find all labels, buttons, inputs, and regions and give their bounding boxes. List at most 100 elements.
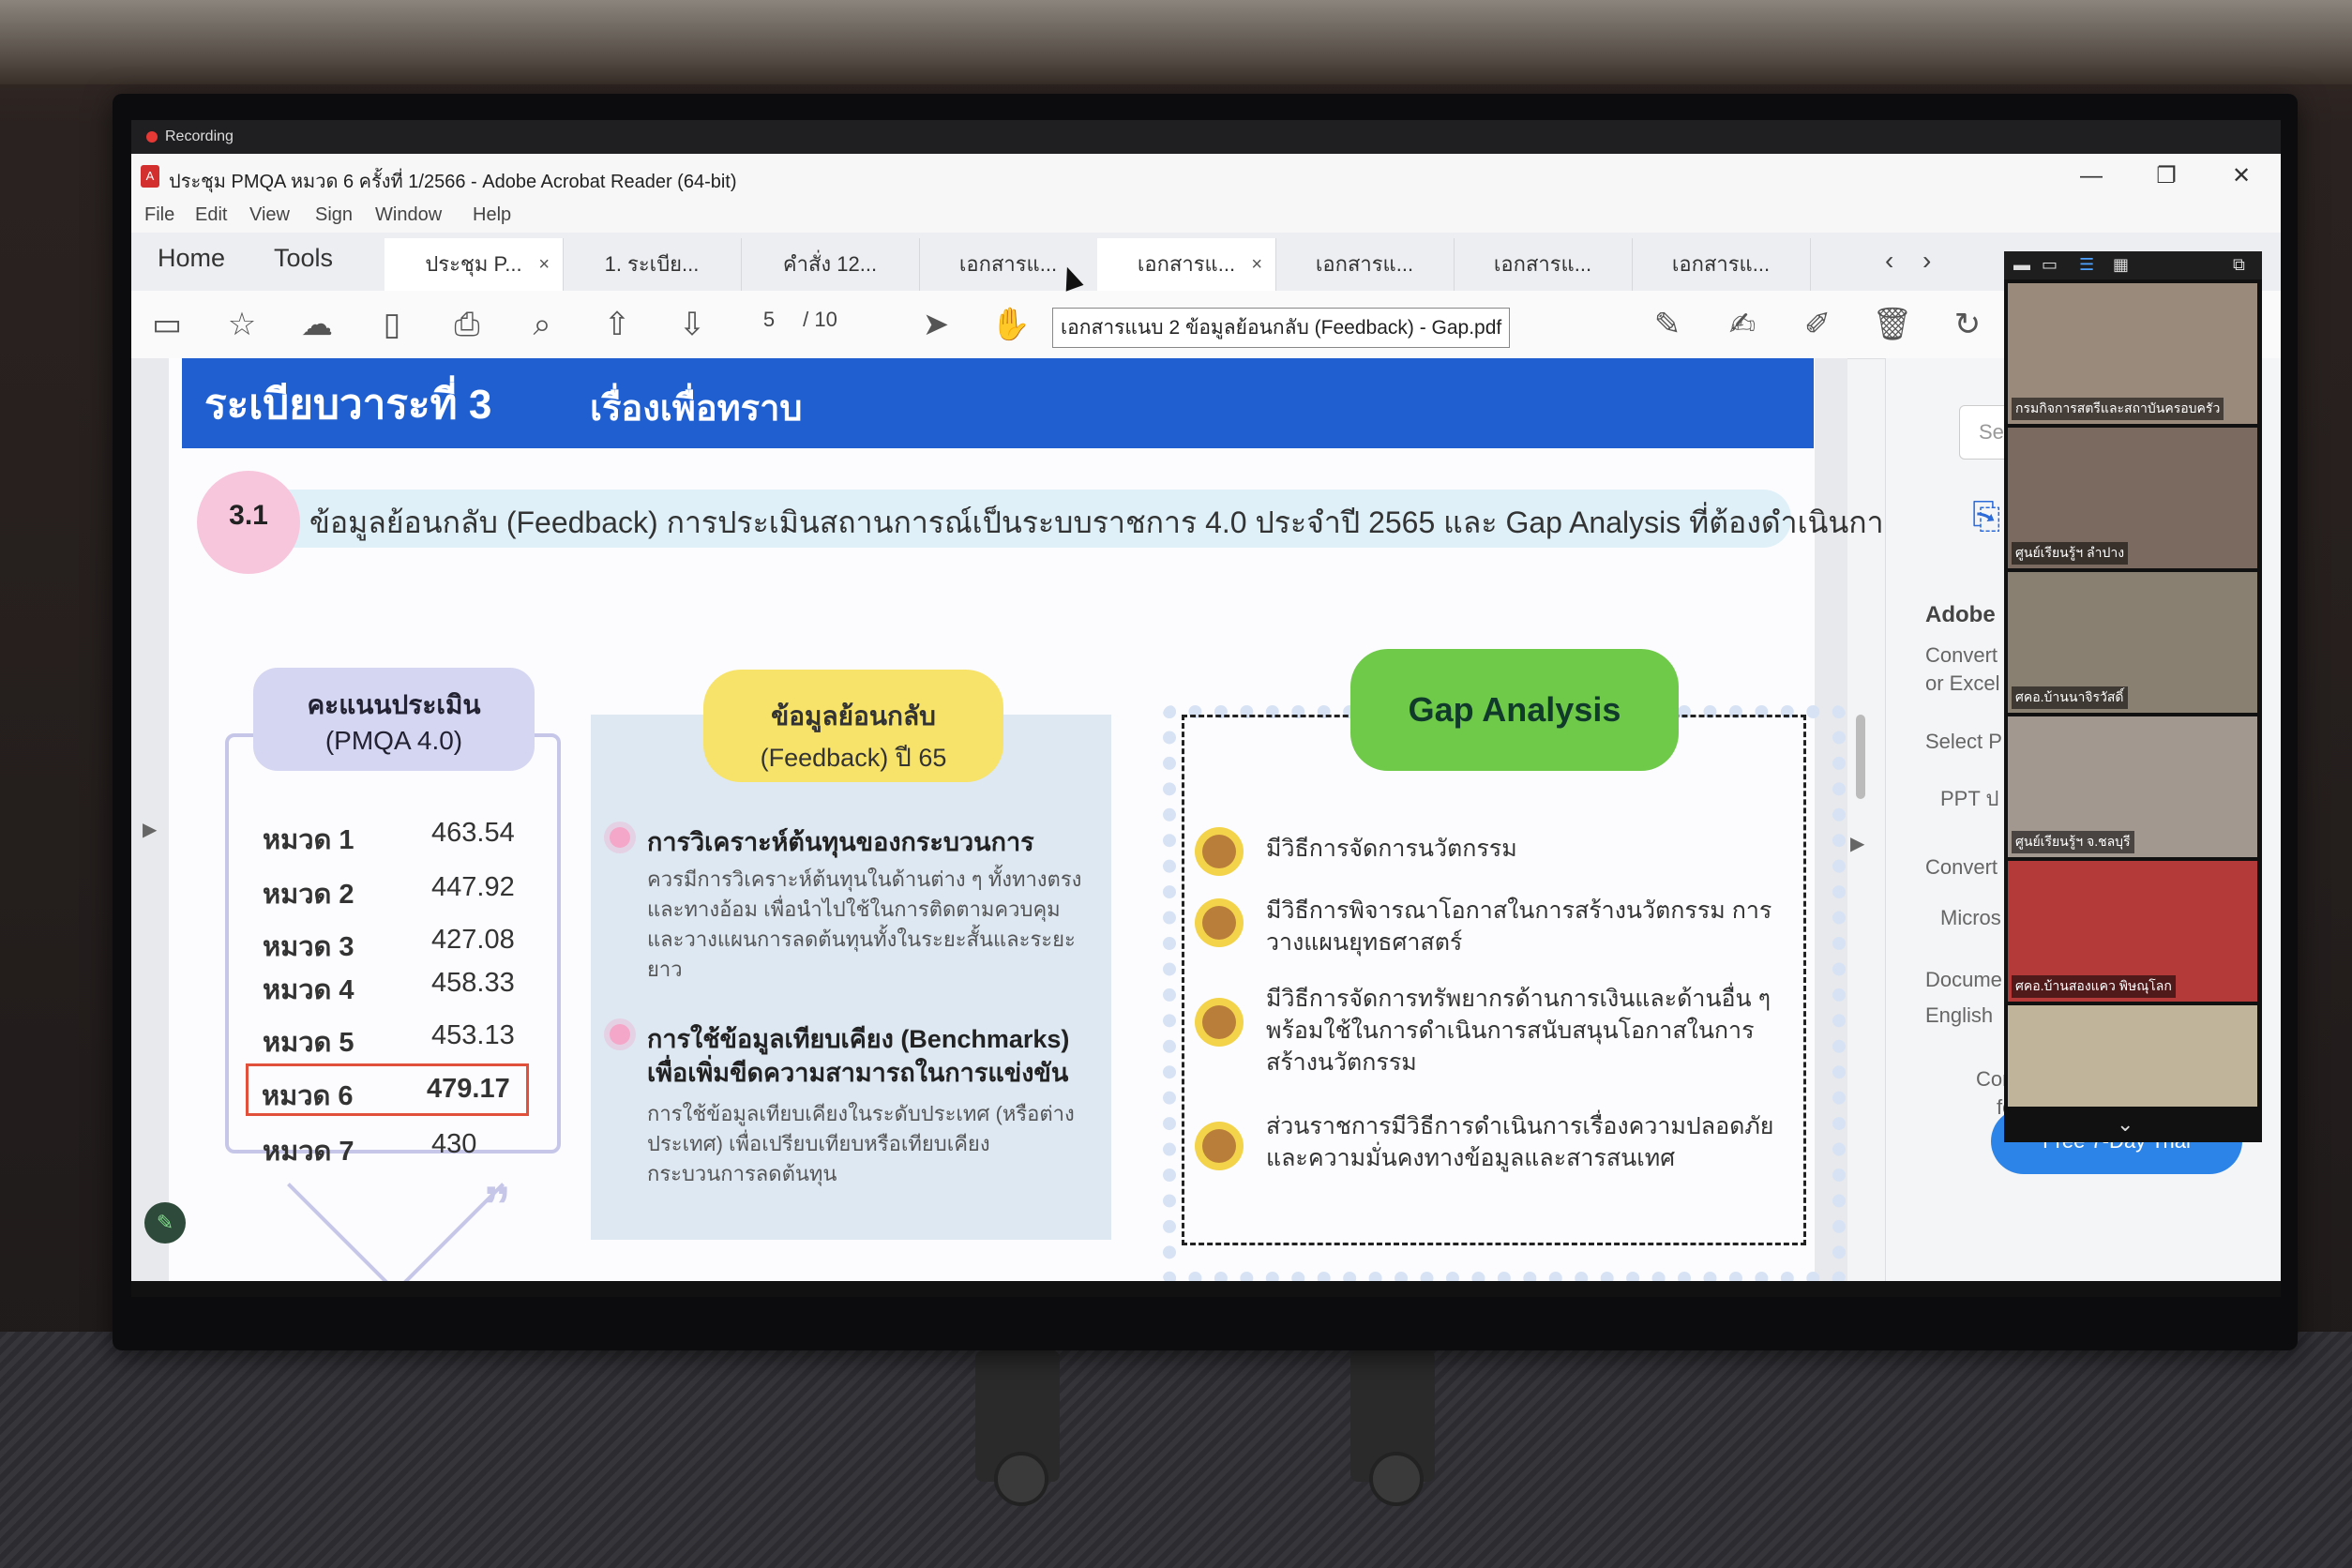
agenda-title: ระเบียบวาระที่ 3 — [204, 382, 492, 428]
edit-icon[interactable]: ✐ — [1797, 304, 1838, 345]
menu-file[interactable]: File — [144, 204, 174, 226]
print-icon[interactable]: ⎙ — [446, 304, 488, 345]
page-number: 5 / 10 — [741, 308, 910, 341]
doc-tab-1[interactable]: ประชุม P... × — [384, 238, 564, 291]
tv-stand-right — [1350, 1350, 1435, 1506]
section-number-badge: 3.1 — [197, 471, 300, 574]
tab-next-icon[interactable]: › — [1922, 246, 1931, 276]
pen-icon[interactable]: ✎ — [1647, 304, 1688, 345]
page-total: / 10 — [803, 308, 837, 331]
gap-item: มีวิธีการจัดการนวัตกรรม — [1266, 836, 1517, 862]
doc-tab-8[interactable]: เอกสารแ... — [1632, 238, 1811, 291]
gap-title: Gap Analysis — [1350, 649, 1679, 771]
sunflower-bullet-icon — [1202, 1129, 1236, 1163]
english-dropdown[interactable]: English — [1925, 1003, 1993, 1028]
expand-left-icon[interactable]: ▶ — [143, 818, 157, 841]
score-panel: คะแนนประเมิน (PMQA 4.0) หมวด 1 463.54 หมว… — [225, 668, 563, 1294]
expand-right-icon[interactable]: ▶ — [1850, 832, 1864, 855]
carpet — [0, 1332, 2352, 1568]
score-category: หมวด 7 — [263, 1137, 354, 1167]
stand-wheel — [1369, 1452, 1424, 1506]
score-row: หมวด 7 430 — [263, 1122, 544, 1168]
sunflower-bullet-icon — [1202, 906, 1236, 940]
participant-video[interactable] — [2008, 1005, 2257, 1107]
scrollbar[interactable] — [1856, 715, 1865, 799]
tab-prev-icon[interactable]: ‹ — [1885, 246, 1893, 276]
participant-video[interactable]: ศูนย์เรียนรู้ฯ ลำปาง — [2008, 428, 2257, 568]
score-category: หมวด 5 — [263, 1028, 354, 1058]
quote-mark-icon: ” — [483, 1175, 511, 1238]
sunflower-bullet-icon — [1202, 1005, 1236, 1039]
annotation-pen-icon[interactable]: ✎ — [144, 1202, 186, 1244]
hand-icon[interactable]: ✋ — [990, 304, 1032, 345]
acrobat-icon: A — [141, 165, 159, 188]
menu-edit[interactable]: Edit — [195, 204, 227, 226]
doc-tab-label: คำสั่ง 12... — [782, 252, 878, 276]
sign-icon[interactable]: ✍ — [1722, 304, 1763, 345]
sunflower-bullet-icon — [1202, 835, 1236, 868]
feedback-title: ข้อมูลย้อนกลับ (Feedback) ปี 65 — [703, 670, 1003, 782]
upload-icon[interactable]: ☁ — [296, 304, 338, 345]
search-icon[interactable]: ⌕ — [521, 304, 563, 345]
participant-name: ศูนย์เรียนรู้ฯ จ.ชลบุรี — [2012, 831, 2134, 853]
tab-close-icon[interactable]: × — [1251, 238, 1262, 291]
exit-fullscreen-icon[interactable]: ⧉ — [2233, 255, 2245, 275]
trash-icon[interactable]: 🗑 — [1872, 304, 1913, 345]
ppt-option[interactable]: PPT ป — [1940, 782, 1998, 815]
tab-bar: Home Tools ประชุม P... × 1. ระเบีย... คำส… — [131, 233, 2281, 292]
doc-tab-3[interactable]: คำสั่ง 12... — [741, 238, 920, 291]
recording-label: Recording — [165, 128, 234, 144]
gallery-view-icon[interactable]: ▦ — [2113, 255, 2129, 275]
speaker-view-icon[interactable]: ☰ — [2079, 255, 2094, 275]
recording-dot-icon — [146, 131, 158, 143]
score-title-line2: (PMQA 4.0) — [324, 726, 463, 755]
doc-tab-7[interactable]: เอกสารแ... — [1454, 238, 1633, 291]
star-icon[interactable]: ☆ — [221, 304, 263, 345]
excel-text: or Excel — [1925, 671, 2000, 695]
minimize-button[interactable]: — — [2063, 159, 2119, 193]
score-category: หมวด 2 — [263, 880, 354, 910]
tab-tools[interactable]: Tools — [274, 244, 333, 273]
layout-icon[interactable]: ▭ — [2042, 255, 2058, 275]
save-icon[interactable]: ▭ — [146, 304, 188, 345]
page-up-icon[interactable]: ⇧ — [596, 304, 638, 345]
document-icon[interactable]: ▯ — [371, 304, 413, 345]
doc-tab-2[interactable]: 1. ระเบีย... — [563, 238, 742, 291]
menu-bar: File Edit View Sign Window Help — [131, 199, 2281, 233]
doc-tab-5[interactable]: เอกสารแ... × — [1097, 238, 1276, 291]
select-text: Select P — [1925, 730, 2002, 753]
page-down-icon[interactable]: ⇩ — [671, 304, 713, 345]
export-pdf-icon[interactable]: ⎘ — [1972, 497, 2000, 537]
flower-bullet-icon — [610, 1024, 630, 1045]
close-button[interactable]: ✕ — [2213, 159, 2269, 193]
slide-header: ระเบียบวาระที่ 3 เรื่องเพื่อทราบ — [182, 358, 1814, 448]
rotate-icon[interactable]: ↻ — [1947, 304, 1988, 345]
doc-tab-6[interactable]: เอกสารแ... — [1275, 238, 1455, 291]
zoom-toolbar: ▬ ▭ ☰ ▦ ⧉ — [2004, 251, 2262, 279]
tab-tooltip: เอกสารแนบ 2 ข้อมูลย้อนกลับ (Feedback) - … — [1052, 308, 1511, 348]
feedback-title-line2: (Feedback) ปี 65 — [760, 744, 947, 772]
participant-video[interactable]: ศคอ.บ้านสองแคว พิษณุโลก — [2008, 861, 2257, 1002]
menu-sign[interactable]: Sign — [315, 204, 353, 226]
menu-window[interactable]: Window — [375, 204, 442, 226]
score-value: 447.92 — [431, 872, 515, 902]
menu-help[interactable]: Help — [473, 204, 511, 226]
score-row: หมวด 4 458.33 — [263, 960, 544, 1007]
participant-video[interactable]: กรมกิจการสตรีและสถาบันครอบครัว — [2008, 283, 2257, 424]
participant-video[interactable]: ศูนย์เรียนรู้ฯ จ.ชลบุรี — [2008, 716, 2257, 857]
participant-video[interactable]: ศคอ.บ้านนาจิรวัสดิ์ — [2008, 572, 2257, 713]
score-row: หมวด 5 453.13 — [263, 1013, 544, 1060]
document-viewport[interactable]: ▶ ระเบียบวาระที่ 3 เรื่องเพื่อทราบ 3.1 ข… — [131, 358, 1917, 1296]
gap-analysis-panel: Gap Analysis มีวิธีการจัดการนวัตกรรม มีว… — [1163, 640, 1846, 1285]
chevron-down-icon[interactable]: ⌄ — [2117, 1112, 2133, 1137]
microsoft-option[interactable]: Micros — [1940, 906, 2001, 930]
select-cursor-icon[interactable]: ➤ — [915, 304, 957, 345]
doc-tab-label: เอกสารแ... — [1493, 252, 1592, 276]
minimize-icon[interactable]: ▬ — [2013, 255, 2030, 275]
tab-close-icon[interactable]: × — [538, 238, 550, 291]
tab-home[interactable]: Home — [158, 244, 225, 273]
menu-view[interactable]: View — [249, 204, 290, 226]
maximize-button[interactable]: ❐ — [2138, 159, 2194, 193]
document-text: Docume — [1925, 968, 2002, 991]
page-current-input[interactable]: 5 — [741, 308, 797, 332]
